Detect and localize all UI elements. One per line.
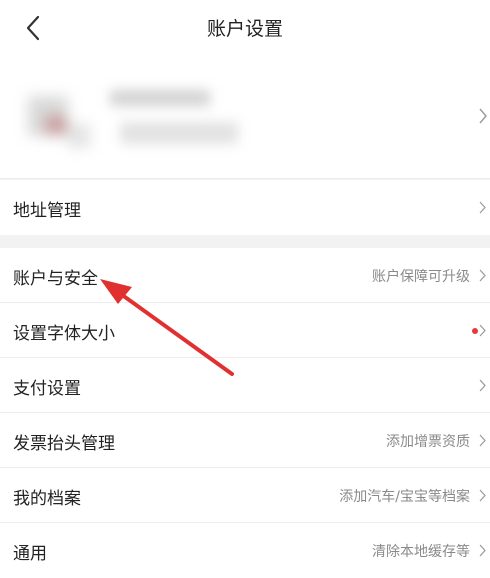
divider xyxy=(0,178,490,179)
row-label: 地址管理 xyxy=(13,201,81,221)
font-size-row[interactable]: 设置字体大小 xyxy=(0,303,490,358)
chevron-right-icon xyxy=(479,379,486,392)
top-nav-bar: 账户设置 xyxy=(0,0,490,60)
my-profile-archive-row[interactable]: 我的档案 添加汽车/宝宝等档案 xyxy=(0,468,490,523)
page-title: 账户设置 xyxy=(206,18,283,40)
account-security-row[interactable]: 账户与安全 账户保障可升级 xyxy=(0,248,490,303)
row-value: 账户保障可升级 xyxy=(372,269,470,285)
row-value: 添加增票资质 xyxy=(386,434,470,450)
chevron-right-icon xyxy=(479,108,487,124)
chevron-right-icon xyxy=(479,269,486,282)
general-row[interactable]: 通用 清除本地缓存等 xyxy=(0,523,490,578)
back-button[interactable] xyxy=(18,12,48,44)
chevron-right-icon xyxy=(479,489,486,502)
username-blurred xyxy=(110,90,210,106)
chevron-right-icon xyxy=(479,434,486,447)
invoice-title-row[interactable]: 发票抬头管理 添加增票资质 xyxy=(0,413,490,468)
row-label: 发票抬头管理 xyxy=(13,434,115,454)
row-label: 账户与安全 xyxy=(13,269,98,289)
row-value: 添加汽车/宝宝等档案 xyxy=(339,489,470,505)
row-label: 支付设置 xyxy=(13,379,81,399)
row-value: 清除本地缓存等 xyxy=(372,544,470,560)
avatar xyxy=(20,88,92,156)
chevron-right-icon xyxy=(479,201,486,214)
chevron-right-icon xyxy=(479,544,486,557)
row-label: 我的档案 xyxy=(13,489,81,509)
payment-settings-row[interactable]: 支付设置 xyxy=(0,358,490,413)
row-label: 设置字体大小 xyxy=(13,324,115,344)
chevron-left-icon xyxy=(26,15,40,41)
user-info-blurred xyxy=(120,122,238,144)
chevron-right-icon xyxy=(479,324,486,337)
row-label: 通用 xyxy=(13,544,47,564)
red-dot-badge xyxy=(472,328,478,334)
address-management-row[interactable]: 地址管理 xyxy=(0,180,490,235)
profile-card[interactable] xyxy=(0,60,490,178)
